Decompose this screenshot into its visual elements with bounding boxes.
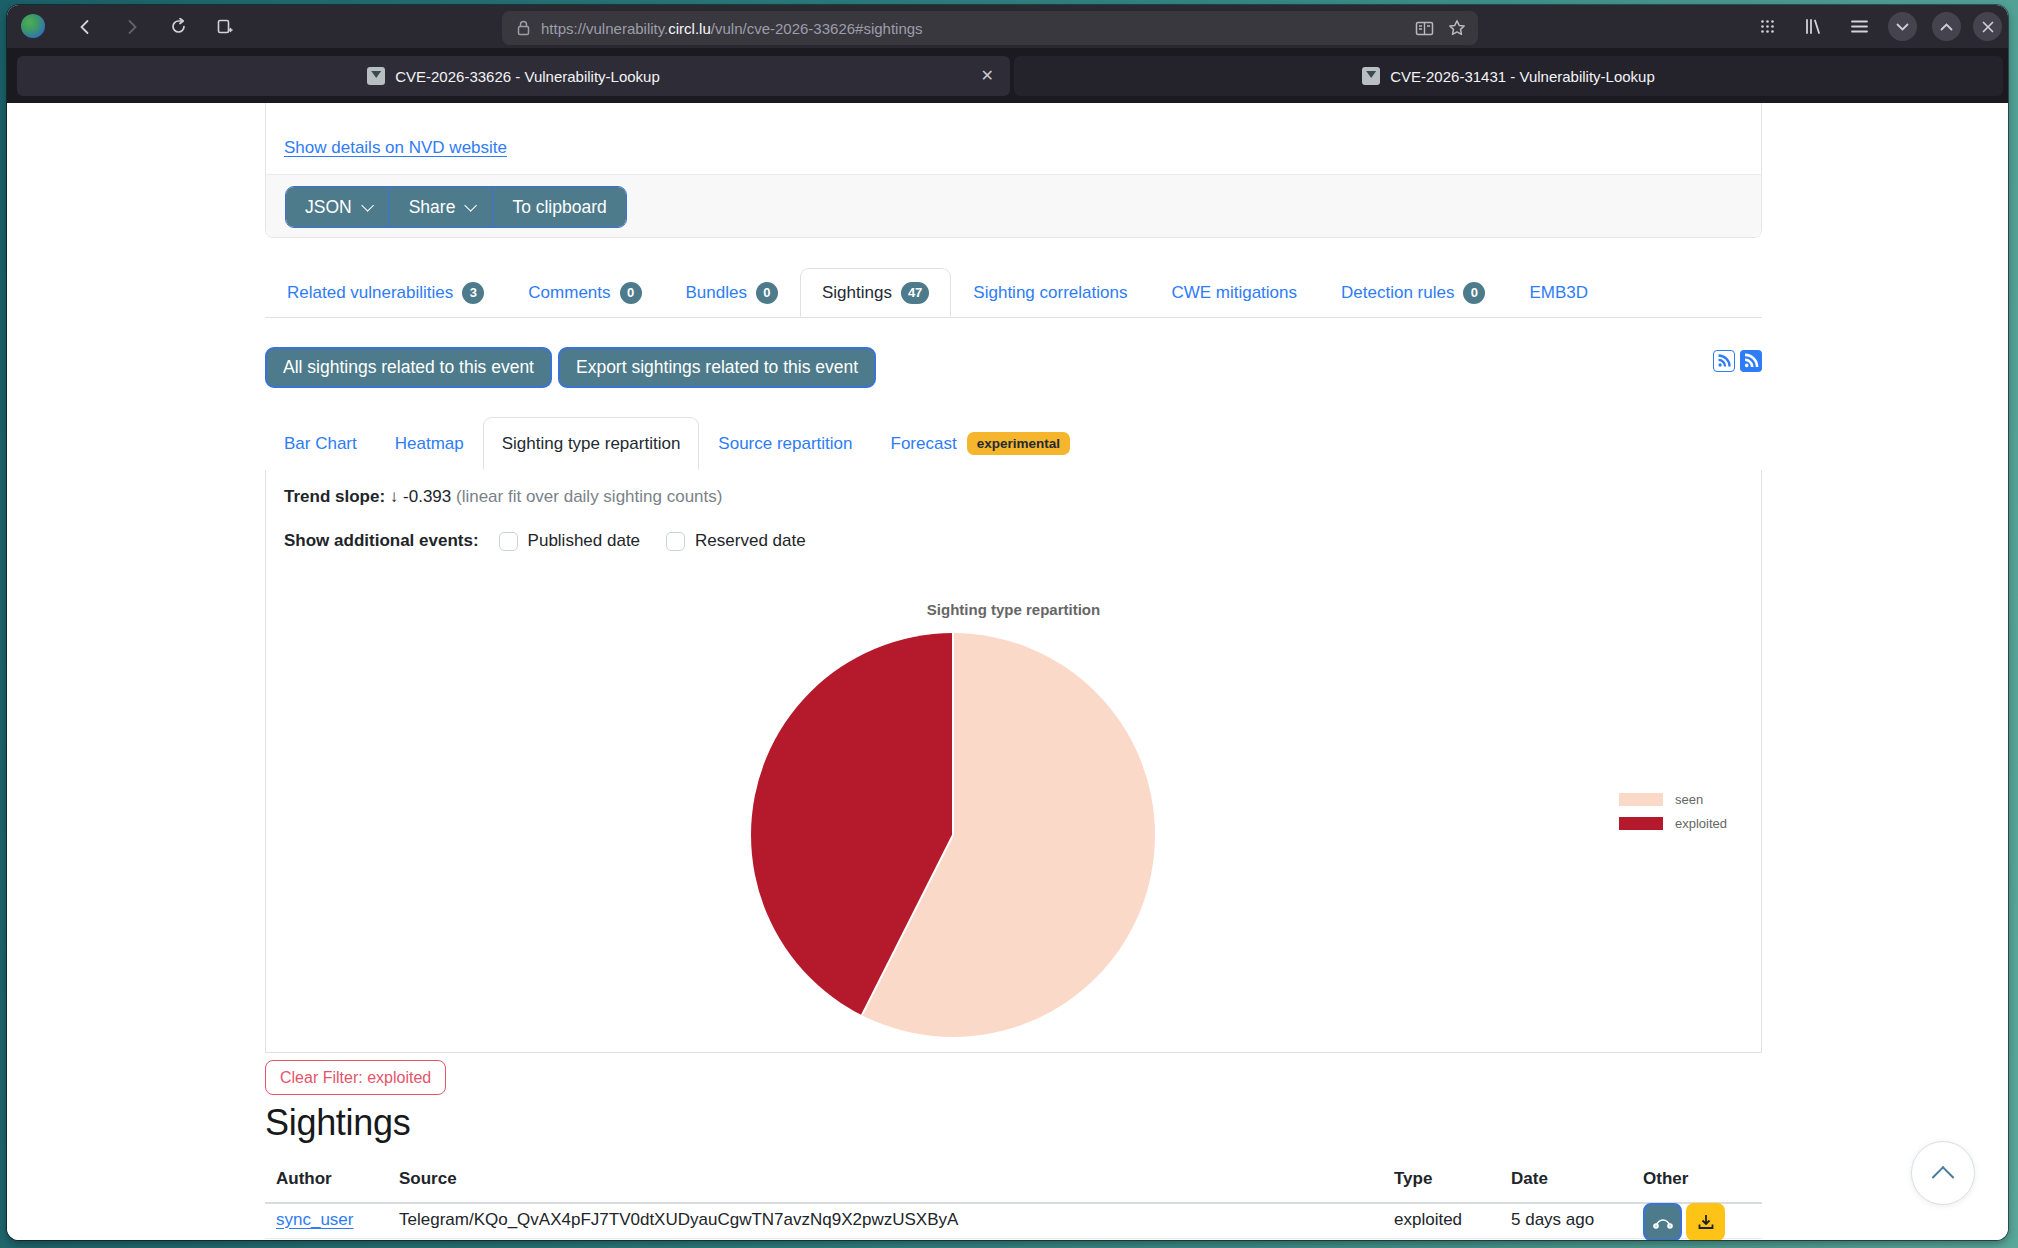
chart-tab-sighting-type-repartition[interactable]: Sighting type repartition: [483, 417, 700, 470]
source-cell: Telegram/KQo_QvAX4pFJ7TV0dtXUDyauCgwTN7a…: [399, 1210, 958, 1230]
tab-cwe-mitigations[interactable]: CWE mitigations: [1149, 268, 1319, 317]
card-footer: JSONShareTo clipboard: [266, 174, 1761, 237]
col-type: Type: [1394, 1169, 1432, 1189]
rss-solid-icon[interactable]: [1740, 350, 1762, 372]
tab-bundles[interactable]: Bundles0: [664, 268, 800, 317]
legend-swatch: [1619, 793, 1663, 806]
date-cell: 5 days ago: [1511, 1210, 1594, 1230]
published-date-checkbox[interactable]: [499, 532, 518, 551]
json-button[interactable]: JSON: [286, 187, 389, 227]
back-button[interactable]: [71, 5, 99, 48]
profile-globe-icon[interactable]: [21, 14, 45, 38]
menu-hamburger-icon[interactable]: [1843, 5, 1875, 48]
export-sightings-button[interactable]: Export sightings related to this event: [558, 347, 876, 388]
trend-arrow-icon: ↓: [390, 487, 403, 506]
legend-swatch: [1619, 817, 1663, 830]
count-badge: 47: [901, 282, 929, 304]
count-badge: 0: [1463, 282, 1485, 304]
chart-tab-forecast[interactable]: Forecastexperimental: [872, 417, 1089, 470]
export-button-group: JSONShareTo clipboard: [285, 186, 627, 228]
count-badge: 0: [620, 282, 642, 304]
count-badge: 0: [756, 282, 778, 304]
url-bar[interactable]: https://vulnerability.circl.lu/vuln/cve-…: [502, 11, 1478, 45]
window-maximize-button[interactable]: [1932, 12, 1961, 41]
chart-panel: Trend slope: ↓ -0.393 (linear fit over d…: [265, 470, 1762, 1053]
tab-favicon: [367, 67, 385, 85]
browser-toolbar: https://vulnerability.circl.lu/vuln/cve-…: [7, 5, 2008, 48]
rss-outline-icon[interactable]: [1713, 350, 1735, 372]
author-link[interactable]: sync_user: [276, 1210, 353, 1230]
col-date: Date: [1511, 1169, 1548, 1189]
chart-tabs: Bar ChartHeatmapSighting type repartitio…: [265, 417, 1762, 470]
tab-title: CVE-2026-33626 - Vulnerability-Lookup: [395, 68, 660, 85]
sightings-button-row: All sightings related to this event Expo…: [265, 347, 876, 388]
tab-emb3d[interactable]: EMB3D: [1507, 268, 1610, 317]
table-header-border: [265, 1202, 1762, 1204]
chart-legend[interactable]: seen exploited: [1619, 792, 1727, 840]
all-sightings-button[interactable]: All sightings related to this event: [265, 347, 552, 388]
vulnerability-card: Show details on NVD website JSONShareTo …: [265, 103, 1762, 238]
legend-label: exploited: [1675, 816, 1727, 831]
browser-tab-2[interactable]: CVE-2026-31431 - Vulnerability-Lookup: [1014, 56, 2003, 96]
window-close-button[interactable]: [1973, 12, 2002, 41]
col-source: Source: [399, 1169, 457, 1189]
share-button[interactable]: Share: [389, 187, 493, 227]
extensions-grid-icon[interactable]: [1752, 5, 1782, 48]
tab-sighting-correlations[interactable]: Sighting correlations: [951, 268, 1149, 317]
screenshot-page-button[interactable]: [209, 5, 239, 48]
window-minimize-button[interactable]: [1888, 12, 1917, 41]
chart-tab-source-repartition[interactable]: Source repartition: [699, 417, 871, 470]
url-text: https://vulnerability.circl.lu/vuln/cve-…: [541, 20, 923, 37]
tab-detection-rules[interactable]: Detection rules0: [1319, 268, 1507, 317]
additional-events-row: Show additional events: Published date R…: [284, 531, 806, 551]
type-cell: exploited: [1394, 1210, 1462, 1230]
published-date-label: Published date: [528, 531, 640, 551]
download-sighting-button[interactable]: [1686, 1203, 1725, 1240]
tab-sightings[interactable]: Sightings47: [800, 268, 951, 317]
legend-label: seen: [1675, 792, 1703, 807]
count-badge: 3: [462, 282, 484, 304]
tab-comments[interactable]: Comments0: [506, 268, 663, 317]
chevron-down-icon: [465, 199, 478, 212]
chart-title: Sighting type repartition: [266, 601, 1761, 618]
legend-item[interactable]: seen: [1619, 792, 1727, 807]
sightings-heading: Sightings: [265, 1102, 410, 1144]
chevron-down-icon: [361, 199, 374, 212]
legend-item[interactable]: exploited: [1619, 816, 1727, 831]
page-content: Show details on NVD website JSONShareTo …: [7, 103, 2008, 1240]
chart-tab-heatmap[interactable]: Heatmap: [376, 417, 483, 470]
nvd-details-link[interactable]: Show details on NVD website: [284, 138, 507, 158]
forward-button[interactable]: [118, 5, 146, 48]
trend-slope: Trend slope: ↓ -0.393 (linear fit over d…: [284, 487, 722, 507]
main-nav-tabs: Related vulnerabilities3Comments0Bundles…: [265, 268, 1762, 318]
tab-title: CVE-2026-31431 - Vulnerability-Lookup: [1390, 68, 1655, 85]
col-author: Author: [276, 1169, 332, 1189]
tab-related-vulnerabilities[interactable]: Related vulnerabilities3: [265, 268, 506, 317]
reserved-date-checkbox[interactable]: [666, 532, 685, 551]
reserved-date-label: Reserved date: [695, 531, 806, 551]
library-icon[interactable]: [1797, 5, 1829, 48]
col-other: Other: [1643, 1169, 1688, 1189]
reload-button[interactable]: [163, 5, 193, 48]
pie-slice-divider: [952, 633, 954, 835]
scroll-to-top-button[interactable]: [1911, 1141, 1975, 1205]
sighting-graph-button[interactable]: [1643, 1203, 1682, 1240]
tab-favicon: [1362, 67, 1380, 85]
tab-strip: CVE-2026-33626 - Vulnerability-Lookup ✕ …: [7, 48, 2008, 103]
chart-tab-bar-chart[interactable]: Bar Chart: [265, 417, 376, 470]
to-clipboard-button[interactable]: To clipboard: [492, 187, 625, 227]
tab-close-icon[interactable]: ✕: [981, 66, 994, 85]
experimental-badge: experimental: [967, 432, 1070, 455]
bookmark-star-icon[interactable]: [1448, 19, 1466, 37]
clear-filter-button[interactable]: Clear Filter: exploited: [265, 1060, 446, 1095]
lock-icon: [516, 20, 531, 36]
table-row-border: [265, 1238, 1762, 1239]
browser-window: https://vulnerability.circl.lu/vuln/cve-…: [7, 5, 2008, 1240]
browser-tab-1[interactable]: CVE-2026-33626 - Vulnerability-Lookup ✕: [17, 56, 1010, 96]
reader-mode-icon[interactable]: [1415, 20, 1434, 37]
